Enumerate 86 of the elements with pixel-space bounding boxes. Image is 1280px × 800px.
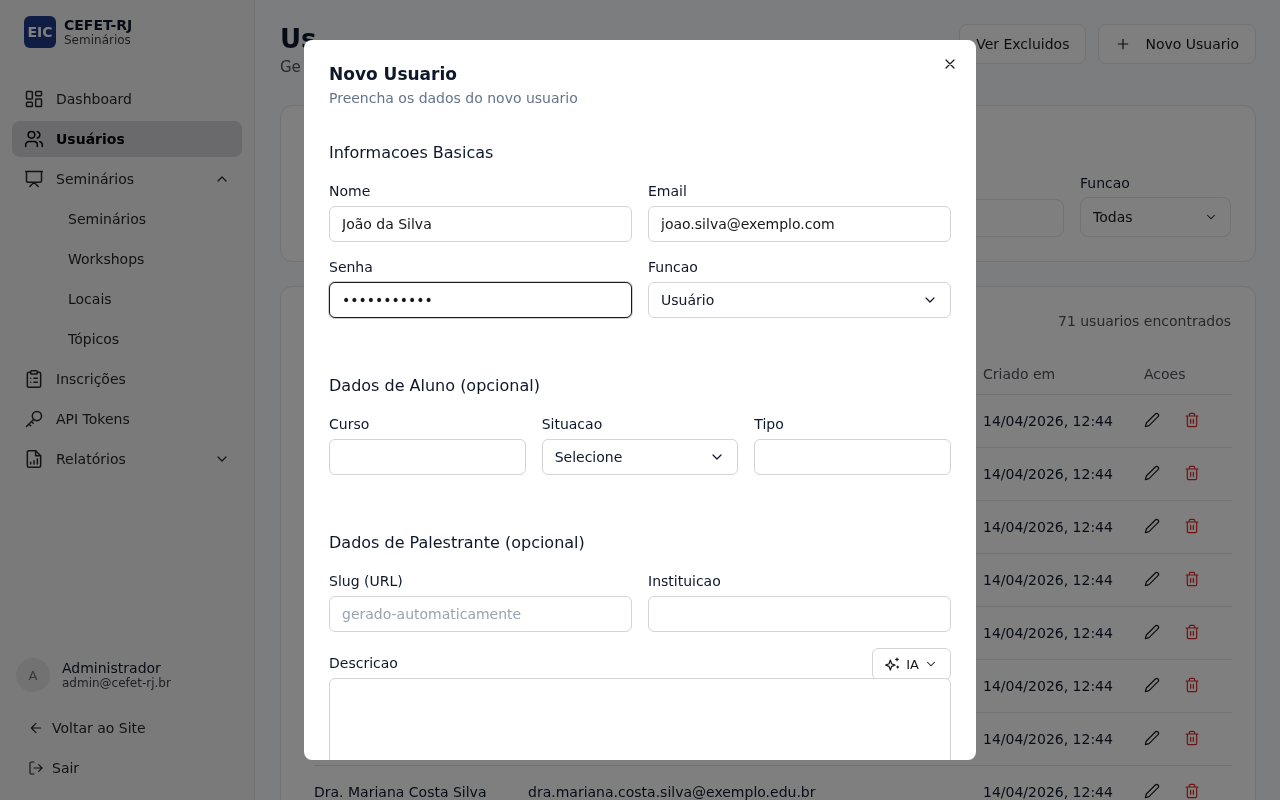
field-label: Nome — [329, 182, 371, 200]
delete-icon — [1184, 623, 1200, 640]
brand-subtitle: Seminários — [64, 33, 132, 47]
edit-icon — [1144, 623, 1160, 640]
table-cell: Dra. Mariana Costa Silva — [314, 784, 487, 800]
presentation-icon — [24, 169, 44, 189]
clipboard-icon — [24, 369, 44, 389]
report-icon — [24, 449, 44, 469]
table-cell: 14/04/2026, 12:44 — [983, 572, 1113, 588]
sidebar-item[interactable]: Seminários — [12, 161, 242, 197]
text-field[interactable] — [648, 596, 951, 632]
delete-icon — [1184, 411, 1200, 428]
sidebar-subitem[interactable]: Locais — [12, 281, 242, 317]
edit-icon — [1144, 570, 1160, 587]
sidebar-subitem[interactable]: Seminários — [12, 201, 242, 237]
field-label: Senha — [329, 258, 373, 276]
delete-icon — [1184, 464, 1200, 481]
table-cell: 14/04/2026, 12:44 — [983, 784, 1113, 800]
edit-icon — [1144, 676, 1160, 693]
dialog-subtitle: Preencha os dados do novo usuario — [329, 90, 579, 106]
field-label: Slug (URL) — [329, 572, 403, 590]
edit-icon — [1144, 464, 1160, 481]
avatar: A — [16, 658, 50, 692]
field-label: Instituicao — [648, 572, 721, 590]
user-name: Administrador — [62, 660, 162, 676]
table-cell: 14/04/2026, 12:44 — [983, 731, 1113, 747]
user-email: admin@cefet-rj.br — [62, 676, 171, 690]
section-title: Dados de Palestrante (opcional) — [329, 533, 586, 552]
text-field[interactable] — [329, 439, 526, 475]
table-cell: 14/04/2026, 12:44 — [983, 625, 1113, 641]
section-title: Dados de Aluno (opcional) — [329, 376, 541, 395]
edit-icon — [1144, 729, 1160, 746]
column-header: Acoes — [1144, 366, 1186, 382]
filter-label: Funcao — [1080, 175, 1131, 191]
sidebar-subitem[interactable]: Workshops — [12, 241, 242, 277]
table-cell: dra.mariana.costa.silva@exemplo.edu.br — [528, 784, 816, 800]
edit-icon — [1144, 411, 1160, 428]
text-field[interactable]: ••••••••••• — [329, 282, 632, 318]
field-label: Descricao — [329, 654, 398, 672]
header-button[interactable]: Novo Usuario — [1098, 24, 1256, 64]
sidebar-item[interactable]: Relatórios — [12, 441, 242, 477]
field-label: Funcao — [648, 258, 698, 276]
sparkles-icon — [885, 656, 902, 672]
text-field[interactable]: joao.silva@exemplo.com — [648, 206, 951, 242]
edit-icon — [1144, 517, 1160, 534]
users-icon — [24, 129, 44, 149]
key-icon — [24, 409, 44, 429]
delete-icon — [1184, 570, 1200, 587]
sidebar-link[interactable]: Voltar ao Site — [12, 710, 242, 746]
field-label: Curso — [329, 415, 370, 433]
sidebar-item[interactable]: Usuários — [12, 121, 242, 157]
field-label: Situacao — [541, 415, 603, 433]
text-field[interactable]: gerado-automaticamente — [329, 596, 632, 632]
text-field[interactable] — [754, 439, 951, 475]
section-title: Informacoes Basicas — [329, 143, 495, 162]
sidebar-item[interactable]: Inscrições — [12, 361, 242, 397]
dashboard-icon — [24, 89, 44, 109]
select-field[interactable]: Selecione — [541, 439, 739, 475]
ai-button[interactable]: IA — [872, 648, 951, 680]
header-button[interactable]: Ver Excluidos — [959, 24, 1087, 64]
role-select[interactable]: Todas — [1080, 197, 1231, 237]
column-header: Criado em — [983, 366, 1056, 382]
table-cell: 14/04/2026, 12:44 — [983, 678, 1113, 694]
logo: EIC — [24, 16, 56, 48]
sidebar-link[interactable]: Sair — [12, 750, 242, 786]
edit-icon — [1144, 782, 1160, 799]
field-label: Tipo — [754, 415, 784, 433]
sidebar-subitem[interactable]: Tópicos — [12, 321, 242, 357]
arrow-left-icon — [28, 720, 44, 736]
delete-icon — [1184, 517, 1200, 534]
result-count: 71 usuarios encontrados — [1057, 313, 1231, 329]
sidebar-item[interactable]: Dashboard — [12, 81, 242, 117]
delete-icon — [1184, 782, 1200, 799]
table-cell: 14/04/2026, 12:44 — [983, 519, 1113, 535]
page-subtitle: Ge — [280, 58, 302, 76]
sidebar-item[interactable]: API Tokens — [12, 401, 242, 437]
dialog-title: Novo Usuario — [329, 64, 458, 84]
logout-icon — [28, 760, 44, 776]
table-cell: 14/04/2026, 12:44 — [983, 466, 1113, 482]
text-field[interactable]: João da Silva — [329, 206, 632, 242]
table-cell: 14/04/2026, 12:44 — [983, 413, 1113, 429]
select-field[interactable]: Usuário — [648, 282, 951, 318]
delete-icon — [1184, 676, 1200, 693]
brand-name: CEFET-RJ — [64, 17, 133, 33]
delete-icon — [1184, 729, 1200, 746]
field-label: Email — [648, 182, 687, 200]
